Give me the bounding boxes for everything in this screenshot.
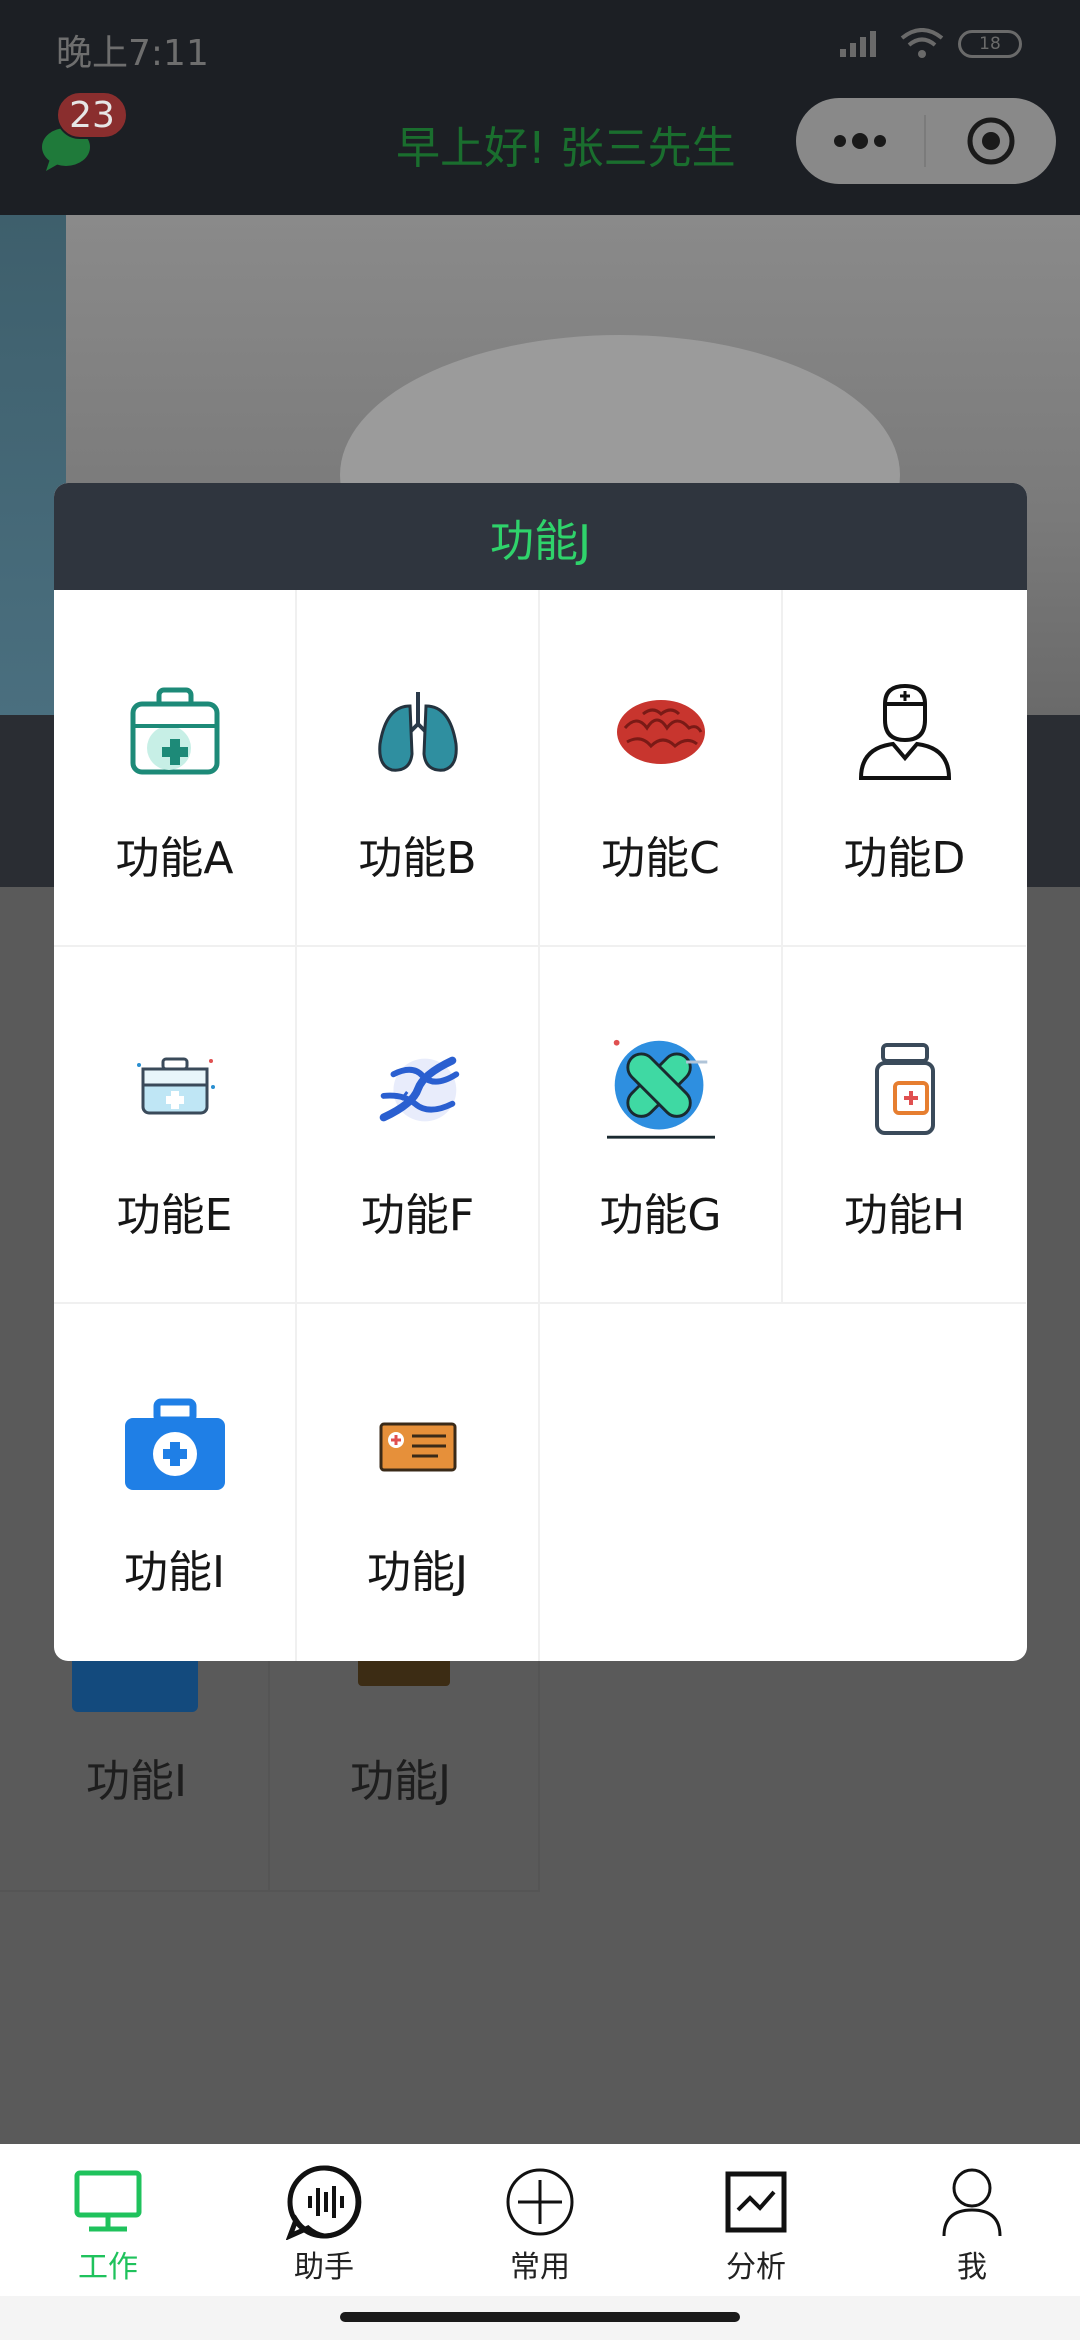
plus-circle-icon	[502, 2164, 578, 2240]
chart-icon	[718, 2164, 794, 2240]
tab-label: 分析	[726, 2250, 786, 2285]
tab-me[interactable]: 我	[864, 2144, 1080, 2296]
tab-common[interactable]: 常用	[432, 2144, 648, 2296]
function-modal: 功能J 功能A 功能B 功能C 功能D 功能E 功能F 功能G 功能H 功能I …	[54, 483, 1027, 1661]
modal-header: 功能J	[54, 483, 1027, 590]
top-bar: 晚上7:11 18 23 早上好! 张三先生	[0, 0, 1080, 215]
more-button[interactable]	[796, 133, 924, 149]
medicine-bottle-icon	[851, 1035, 959, 1143]
status-time: 晚上7:11	[56, 33, 209, 74]
function-item-j[interactable]: 功能J	[297, 1304, 540, 1661]
modal-title: 功能J	[490, 515, 591, 567]
medical-bag-icon	[121, 1392, 229, 1500]
tab-label: 工作	[78, 2250, 138, 2285]
message-notification[interactable]: 23	[40, 91, 150, 175]
function-item-a[interactable]: 功能A	[54, 590, 297, 947]
monitor-icon	[70, 2164, 146, 2240]
greeting-text: 早上好! 张三先生	[396, 123, 736, 174]
first-aid-box-icon	[121, 1035, 229, 1143]
function-item-label: 功能F	[360, 1190, 475, 1241]
function-item-label: 功能G	[599, 1190, 722, 1241]
function-item-label: 功能E	[116, 1190, 233, 1241]
voice-assistant-icon	[286, 2164, 362, 2240]
function-item-b[interactable]: 功能B	[297, 590, 540, 947]
function-item-label: 功能A	[115, 833, 234, 884]
wifi-icon	[900, 28, 944, 58]
home-indicator-area	[0, 2296, 1080, 2340]
home-indicator[interactable]	[340, 2312, 740, 2322]
tab-label: 助手	[294, 2250, 354, 2285]
tab-label: 我	[957, 2250, 987, 2285]
function-item-label: 功能C	[601, 833, 720, 884]
function-item-label: 功能J	[367, 1547, 468, 1598]
function-item-h[interactable]: 功能H	[783, 947, 1026, 1304]
function-item-label: 功能D	[843, 833, 966, 884]
function-item-f[interactable]: 功能F	[297, 947, 540, 1304]
function-item-e[interactable]: 功能E	[54, 947, 297, 1304]
function-item-label: 功能H	[843, 1190, 966, 1241]
status-icons: 18	[838, 28, 1022, 60]
signal-icon	[840, 31, 876, 57]
dna-icon	[364, 1035, 472, 1143]
function-item-label: 功能B	[358, 833, 477, 884]
medical-kit-icon	[121, 678, 229, 786]
background-item-label: 功能I	[86, 1756, 187, 1807]
tab-assistant[interactable]: 助手	[216, 2144, 432, 2296]
function-item-g[interactable]: 功能G	[540, 947, 783, 1304]
tab-work[interactable]: 工作	[0, 2144, 216, 2296]
miniprogram-capsule	[796, 98, 1056, 184]
doctor-icon	[851, 678, 959, 786]
function-item-i[interactable]: 功能I	[54, 1304, 297, 1661]
more-dots-icon	[834, 133, 886, 149]
brain-icon	[607, 678, 715, 786]
modal-function-grid: 功能A 功能B 功能C 功能D 功能E 功能F 功能G 功能H 功能I 功能J	[54, 590, 1027, 1661]
medical-card-icon	[364, 1392, 472, 1500]
battery-indicator: 18	[958, 30, 1022, 58]
target-icon	[967, 117, 1015, 165]
user-icon	[934, 2164, 1010, 2240]
function-item-d[interactable]: 功能D	[783, 590, 1026, 947]
function-item-c[interactable]: 功能C	[540, 590, 783, 947]
bandage-icon	[606, 1035, 715, 1143]
tab-analysis[interactable]: 分析	[648, 2144, 864, 2296]
background-item-label: 功能J	[350, 1756, 451, 1807]
lungs-icon	[364, 678, 472, 786]
close-miniprogram-button[interactable]	[926, 116, 1056, 166]
function-item-label: 功能I	[124, 1547, 225, 1598]
bottom-tab-bar: 工作 助手 常用 分析 我	[0, 2144, 1080, 2296]
status-bar: 晚上7:11 18	[0, 0, 1080, 90]
tab-label: 常用	[510, 2250, 570, 2285]
unread-badge: 23	[56, 91, 128, 139]
